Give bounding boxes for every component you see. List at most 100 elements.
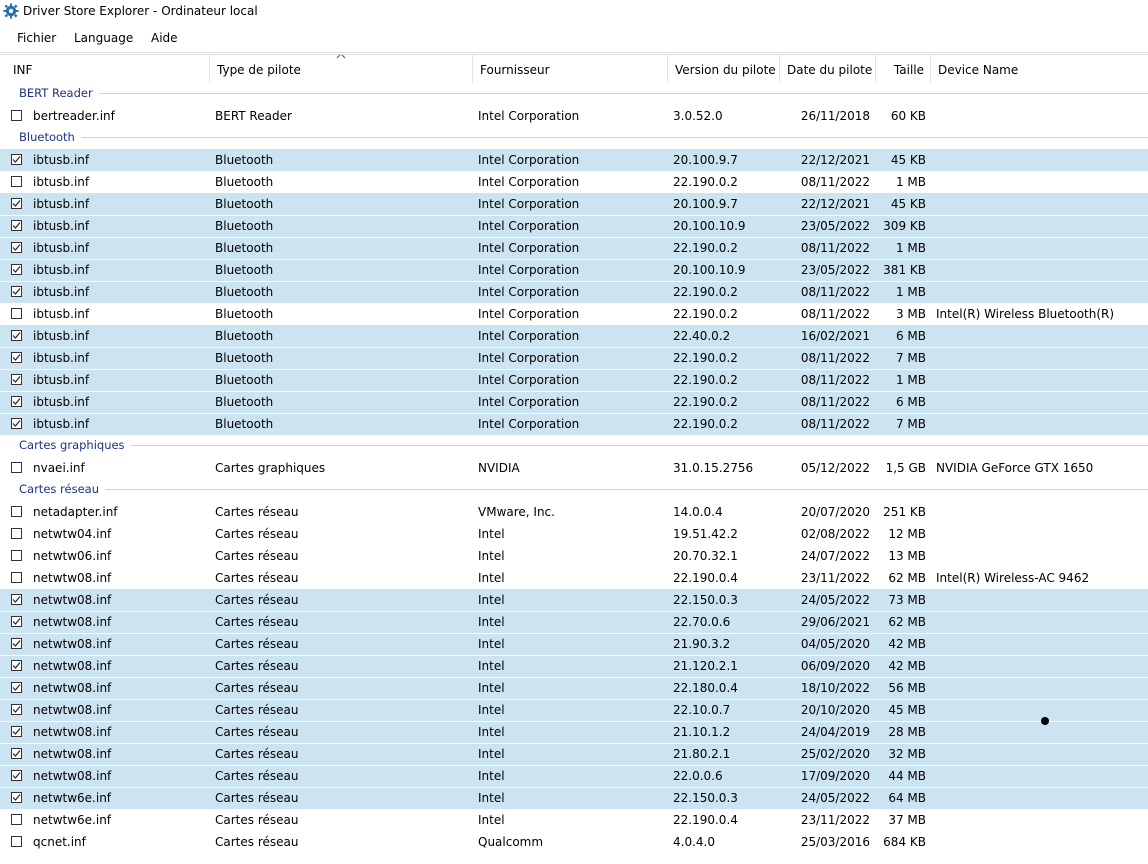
column-header: INF Type de pilote Fournisseur Version d… [0, 55, 1148, 83]
table-row[interactable]: ibtusb.inf Bluetooth Intel Corporation 20.1… [0, 149, 1148, 171]
row-checkbox[interactable] [11, 462, 22, 473]
checkmark-icon [12, 398, 21, 405]
cell-version: 22.190.0.2 [673, 395, 738, 409]
column-fournisseur[interactable]: Fournisseur [474, 55, 668, 83]
cell-size: 32 MB [888, 747, 926, 761]
cell-version: 22.190.0.2 [673, 373, 738, 387]
row-checkbox[interactable] [11, 704, 22, 715]
row-checkbox[interactable] [11, 638, 22, 649]
row-checkbox[interactable] [11, 286, 22, 297]
checkmark-icon [12, 420, 21, 427]
table-row[interactable]: ibtusb.inf Bluetooth Intel Corporation 20.1… [0, 215, 1148, 237]
row-checkbox[interactable] [11, 748, 22, 759]
row-checkbox[interactable] [11, 814, 22, 825]
menu-aide[interactable]: Aide [151, 31, 178, 45]
table-row[interactable]: netwtw08.inf Cartes réseau Intel 22.190.0.4… [0, 567, 1148, 589]
group-header[interactable]: Cartes réseau [0, 479, 1148, 501]
table-row[interactable]: netadapter.inf Cartes réseau VMware, Inc. 1… [0, 501, 1148, 523]
table-row[interactable]: netwtw6e.inf Cartes réseau Intel 22.150.0.3… [0, 787, 1148, 809]
row-checkbox[interactable] [11, 836, 22, 847]
table-row[interactable]: netwtw6e.inf Cartes réseau Intel 22.190.0.4… [0, 809, 1148, 831]
menu-fichier[interactable]: Fichier [17, 31, 56, 45]
cell-vendor: Intel Corporation [478, 417, 580, 431]
group-header[interactable]: Cartes graphiques [0, 435, 1148, 457]
cell-version: 4.0.4.0 [673, 835, 715, 849]
table-row[interactable]: ibtusb.inf Bluetooth Intel Corporation 22.1… [0, 171, 1148, 193]
row-checkbox[interactable] [11, 352, 22, 363]
row-checkbox[interactable] [11, 176, 22, 187]
row-checkbox[interactable] [11, 110, 22, 121]
row-checkbox[interactable] [11, 330, 22, 341]
cell-type: Cartes réseau [215, 593, 299, 607]
column-taille[interactable]: Taille [877, 55, 931, 83]
cell-type: Bluetooth [215, 307, 274, 321]
table-row[interactable]: netwtw08.inf Cartes réseau Intel 22.70.0.6 2… [0, 611, 1148, 633]
row-checkbox[interactable] [11, 220, 22, 231]
row-checkbox[interactable] [11, 682, 22, 693]
row-checkbox[interactable] [11, 154, 22, 165]
table-row[interactable]: netwtw08.inf Cartes réseau Intel 21.80.2.1 2… [0, 743, 1148, 765]
row-checkbox[interactable] [11, 528, 22, 539]
table-row[interactable]: bertreader.inf BERT Reader Intel Corporati… [0, 105, 1148, 127]
table-row[interactable]: qcnet.inf Cartes réseau Qualcomm 4.0.4.0 25/… [0, 831, 1148, 853]
cell-version: 31.0.15.2756 [673, 461, 754, 475]
table-row[interactable]: ibtusb.inf Bluetooth Intel Corporation 22.1… [0, 413, 1148, 435]
cell-date: 20/10/2020 [800, 703, 870, 717]
row-checkbox[interactable] [11, 572, 22, 583]
row-checkbox[interactable] [11, 418, 22, 429]
table-row[interactable]: netwtw08.inf Cartes réseau Intel 21.90.3.2 0… [0, 633, 1148, 655]
row-checkbox[interactable] [11, 660, 22, 671]
column-version[interactable]: Version du pilote [669, 55, 780, 83]
row-checkbox[interactable] [11, 726, 22, 737]
row-checkbox[interactable] [11, 396, 22, 407]
table-row[interactable]: netwtw08.inf Cartes réseau Intel 21.120.2.1… [0, 655, 1148, 677]
table-row[interactable]: netwtw08.inf Cartes réseau Intel 21.10.1.2 2… [0, 721, 1148, 743]
row-checkbox[interactable] [11, 242, 22, 253]
table-row[interactable]: ibtusb.inf Bluetooth Intel Corporation 22.1… [0, 347, 1148, 369]
cell-date: 17/09/2020 [800, 769, 870, 783]
table-row[interactable]: ibtusb.inf Bluetooth Intel Corporation 22.4… [0, 325, 1148, 347]
cell-version: 22.190.0.2 [673, 241, 738, 255]
row-checkbox[interactable] [11, 550, 22, 561]
table-row[interactable]: ibtusb.inf Bluetooth Intel Corporation 20.1… [0, 259, 1148, 281]
group-header[interactable]: Bluetooth [0, 127, 1148, 149]
row-checkbox[interactable] [11, 770, 22, 781]
table-row[interactable]: netwtw08.inf Cartes réseau Intel 22.150.0.3… [0, 589, 1148, 611]
menu-language[interactable]: Language [74, 31, 133, 45]
row-checkbox[interactable] [11, 308, 22, 319]
cell-size: 684 KB [883, 835, 926, 849]
row-checkbox[interactable] [11, 264, 22, 275]
row-checkbox[interactable] [11, 594, 22, 605]
table-row[interactable]: ibtusb.inf Bluetooth Intel Corporation 22.1… [0, 303, 1148, 325]
table-row[interactable]: netwtw04.inf Cartes réseau Intel 19.51.42.2… [0, 523, 1148, 545]
column-date[interactable]: Date du pilote [781, 55, 876, 83]
table-row[interactable]: ibtusb.inf Bluetooth Intel Corporation 22.1… [0, 391, 1148, 413]
table-row[interactable]: nvaei.inf Cartes graphiques NVIDIA 31.0.15.… [0, 457, 1148, 479]
table-row[interactable]: netwtw08.inf Cartes réseau Intel 22.10.0.7 2… [0, 699, 1148, 721]
row-checkbox[interactable] [11, 374, 22, 385]
table-row[interactable]: netwtw08.inf Cartes réseau Intel 22.180.0.4… [0, 677, 1148, 699]
column-inf[interactable]: INF [7, 55, 210, 83]
row-checkbox[interactable] [11, 506, 22, 517]
row-checkbox[interactable] [11, 792, 22, 803]
table-row[interactable]: ibtusb.inf Bluetooth Intel Corporation 20.1… [0, 193, 1148, 215]
cell-type: Bluetooth [215, 241, 274, 255]
cell-size: 1 MB [895, 241, 926, 255]
row-checkbox[interactable] [11, 616, 22, 627]
cell-type: Cartes réseau [215, 637, 299, 651]
column-device-name[interactable]: Device Name [932, 55, 1148, 83]
cell-vendor: Intel [478, 813, 505, 827]
cell-vendor: Intel Corporation [478, 109, 580, 123]
driver-list[interactable]: INF Type de pilote Fournisseur Version d… [0, 54, 1148, 864]
table-row[interactable]: ibtusb.inf Bluetooth Intel Corporation 22.1… [0, 369, 1148, 391]
table-row[interactable]: ibtusb.inf Bluetooth Intel Corporation 22.1… [0, 237, 1148, 259]
checkmark-icon [12, 354, 21, 361]
group-header[interactable]: BERT Reader [0, 83, 1148, 105]
window-title: Driver Store Explorer - Ordinateur local [23, 4, 258, 18]
cell-vendor: Intel [478, 659, 505, 673]
table-row[interactable]: netwtw06.inf Cartes réseau Intel 20.70.32.1… [0, 545, 1148, 567]
row-checkbox[interactable] [11, 198, 22, 209]
table-row[interactable]: netwtw08.inf Cartes réseau Intel 22.0.0.6 17… [0, 765, 1148, 787]
cell-vendor: Intel [478, 747, 505, 761]
table-row[interactable]: ibtusb.inf Bluetooth Intel Corporation 22.1… [0, 281, 1148, 303]
